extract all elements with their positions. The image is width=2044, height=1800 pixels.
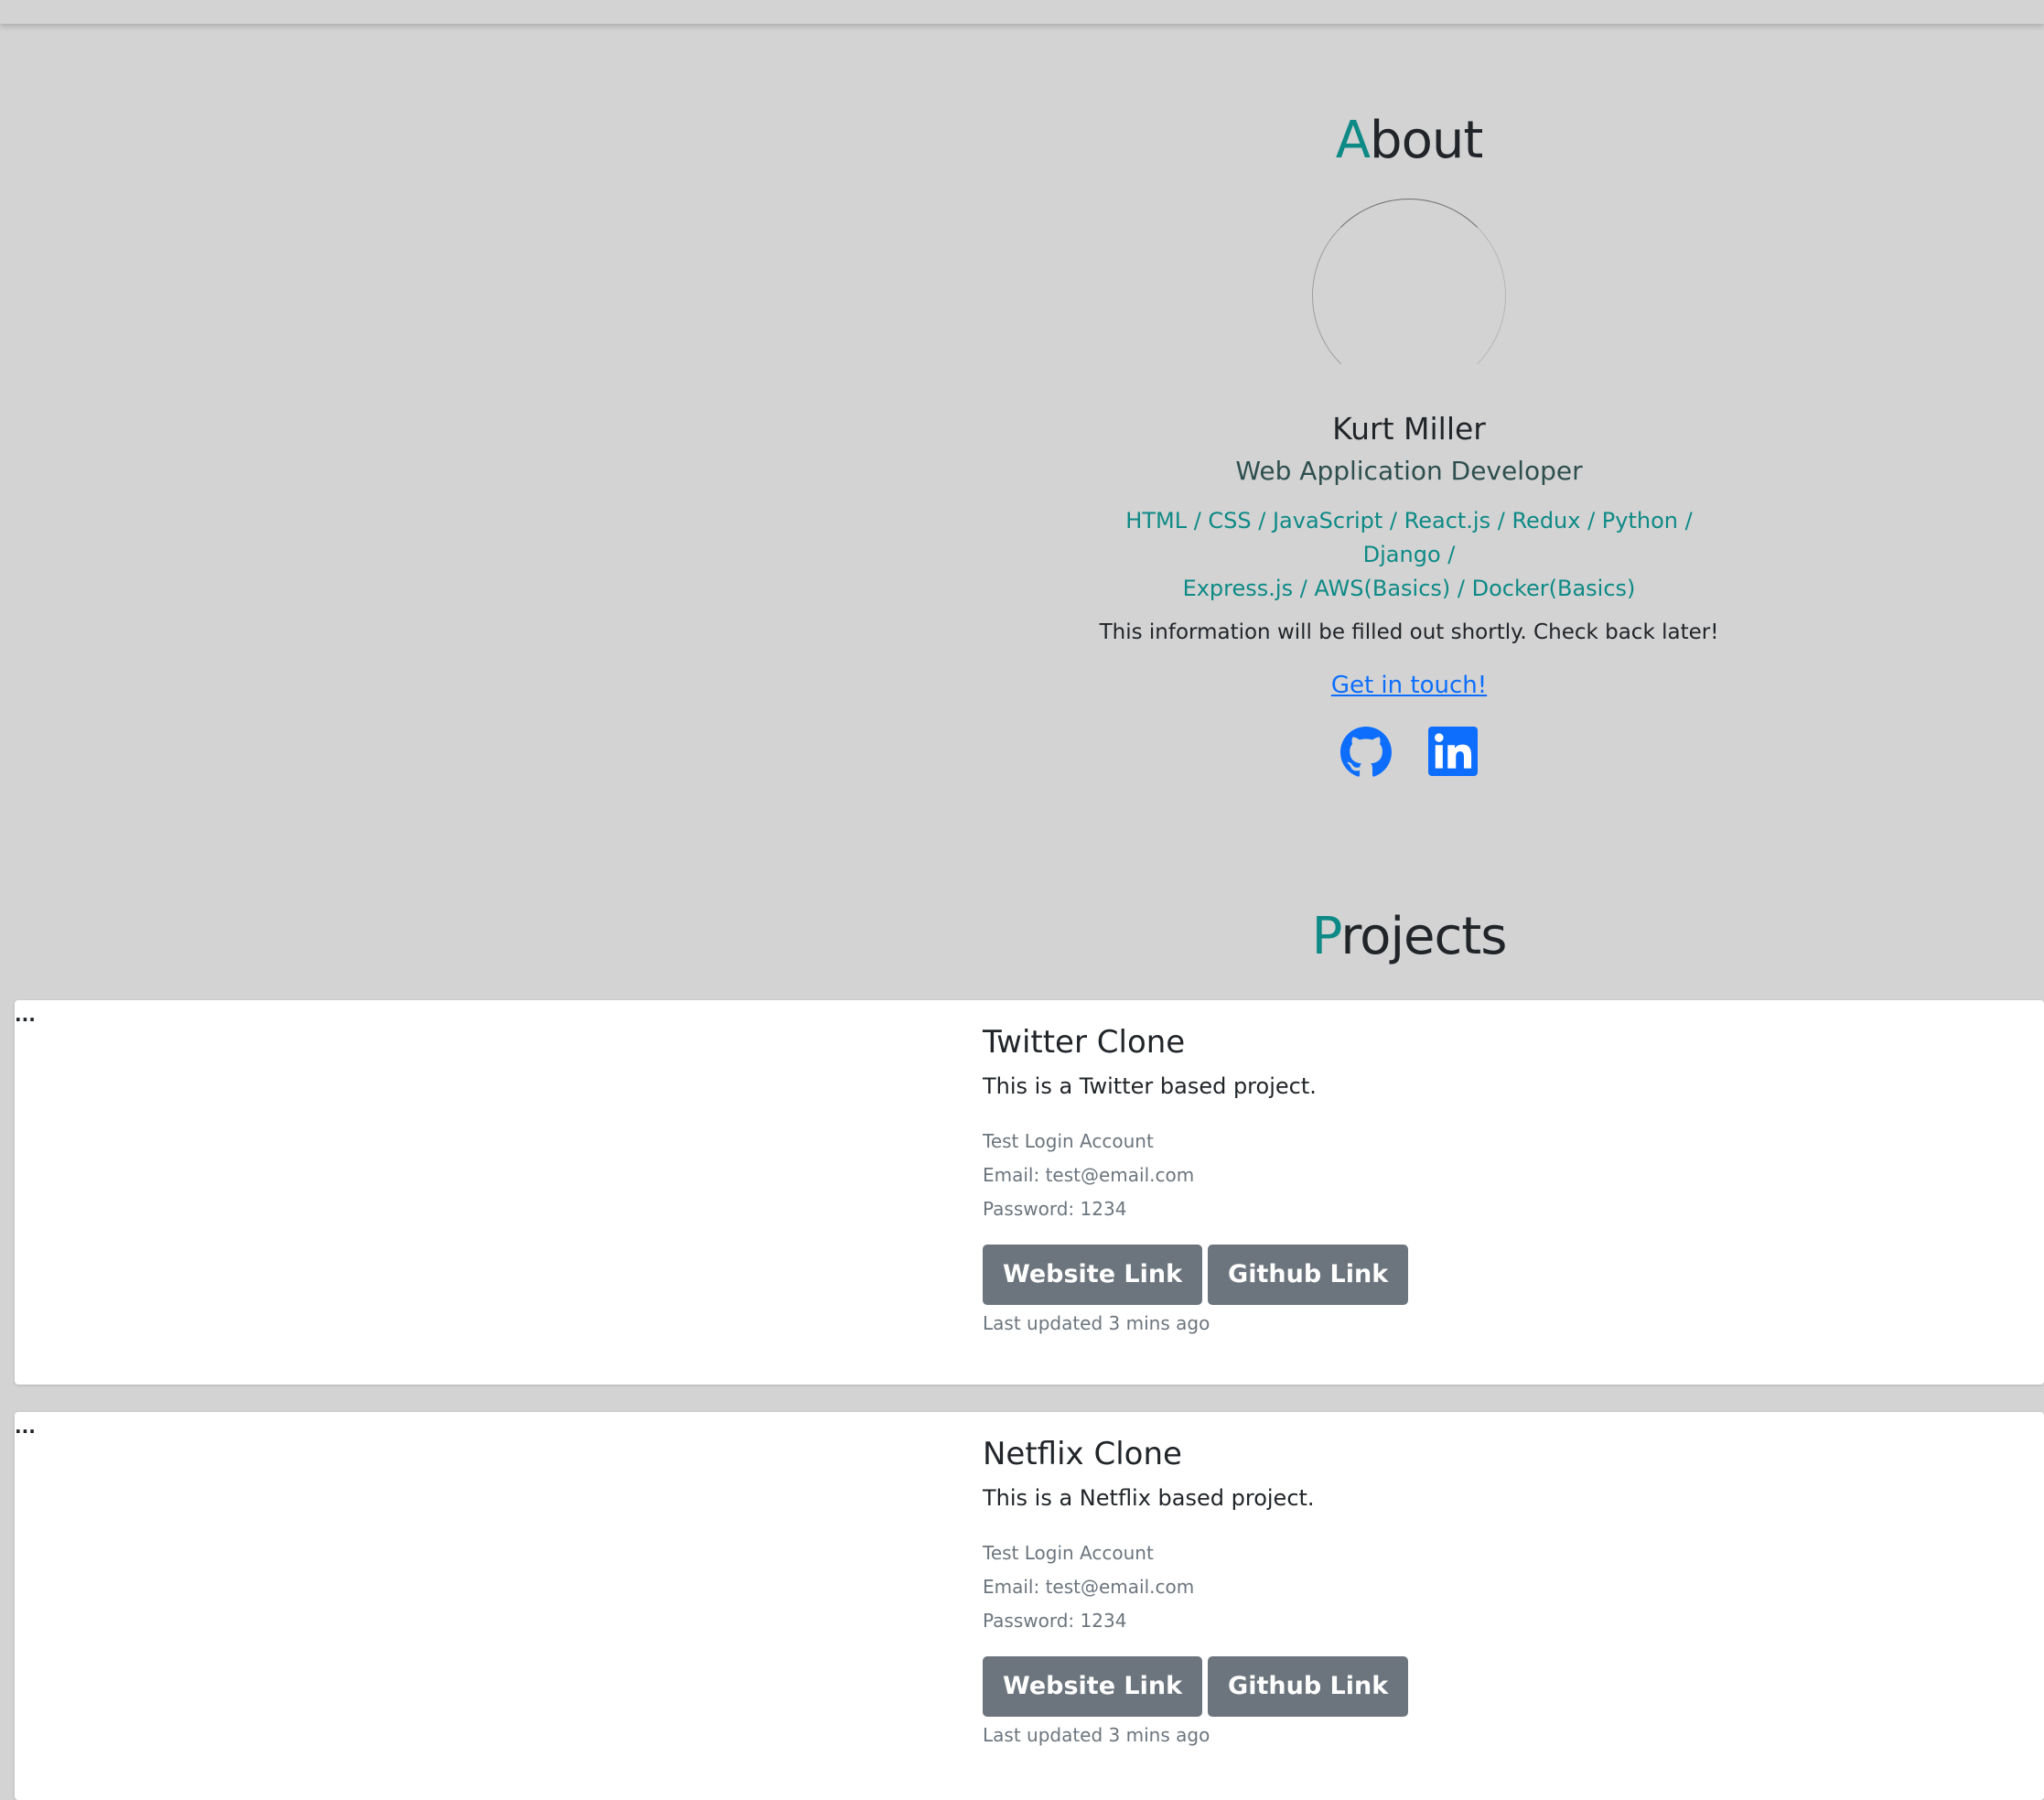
last-updated: Last updated 3 mins ago (983, 1312, 1210, 1335)
skills-line-1: HTML / CSS / JavaScript / React.js / Red… (1125, 508, 1693, 568)
projects-title: Projects (1061, 906, 1757, 967)
about-title-accent: A (1335, 111, 1371, 170)
project-image: ... (15, 1004, 36, 1026)
project-name: Twitter Clone (983, 1024, 1186, 1061)
credentials-password: Password: 1234 (983, 1610, 1127, 1633)
project-image: ... (15, 1416, 36, 1438)
website-link-button[interactable]: Website Link (983, 1245, 1203, 1306)
project-card-body: Twitter Clone This is a Twitter based pr… (983, 1022, 1409, 1335)
credentials-email: Email: test@email.com (983, 1164, 1195, 1187)
project-card: ... Netflix Clone This is a Netflix base… (15, 1412, 2044, 1800)
project-buttons: Website Link Github Link (983, 1656, 1409, 1718)
github-link-button[interactable]: Github Link (1208, 1245, 1409, 1306)
project-name: Netflix Clone (983, 1436, 1182, 1472)
profile-name: Kurt Miller (1332, 411, 1486, 447)
about-section: About Kurt Miller Web Application Develo… (1061, 110, 1757, 778)
github-icon[interactable] (1340, 727, 1392, 778)
project-description: This is a Netflix based project. (983, 1485, 1315, 1512)
project-credentials: Test Login Account Email: test@email.com… (983, 1125, 1408, 1226)
skills-line-2: Express.js / AWS(Basics) / Docker(Basics… (1182, 576, 1636, 602)
github-link-button[interactable]: Github Link (1208, 1656, 1409, 1718)
credentials-label: Test Login Account (983, 1130, 1154, 1153)
projects-title-rest: rojects (1340, 907, 1507, 966)
avatar (1312, 199, 1506, 393)
website-link-button[interactable]: Website Link (983, 1656, 1203, 1718)
about-title: About (1061, 110, 1757, 171)
project-card: ... Twitter Clone This is a Twitter base… (15, 1000, 2044, 1385)
social-links (1061, 727, 1757, 778)
credentials-password: Password: 1234 (983, 1198, 1127, 1221)
about-title-rest: bout (1370, 111, 1483, 170)
last-updated: Last updated 3 mins ago (983, 1724, 1210, 1747)
profile-role: Web Application Developer (1235, 456, 1583, 487)
project-description: This is a Twitter based project. (983, 1073, 1317, 1100)
get-in-touch-link[interactable]: Get in touch! (1331, 672, 1487, 699)
skills-list: HTML / CSS / JavaScript / React.js / Red… (1089, 504, 1729, 606)
project-buttons: Website Link Github Link (983, 1245, 1409, 1306)
about-info: This information will be filled out shor… (1099, 620, 1719, 645)
linkedin-icon[interactable] (1428, 727, 1478, 778)
projects-title-accent: P (1311, 907, 1342, 966)
credentials-label: Test Login Account (983, 1542, 1154, 1565)
top-navbar (0, 0, 2044, 24)
project-credentials: Test Login Account Email: test@email.com… (983, 1536, 1408, 1638)
project-card-body: Netflix Clone This is a Netflix based pr… (983, 1434, 1409, 1747)
credentials-email: Email: test@email.com (983, 1576, 1195, 1599)
